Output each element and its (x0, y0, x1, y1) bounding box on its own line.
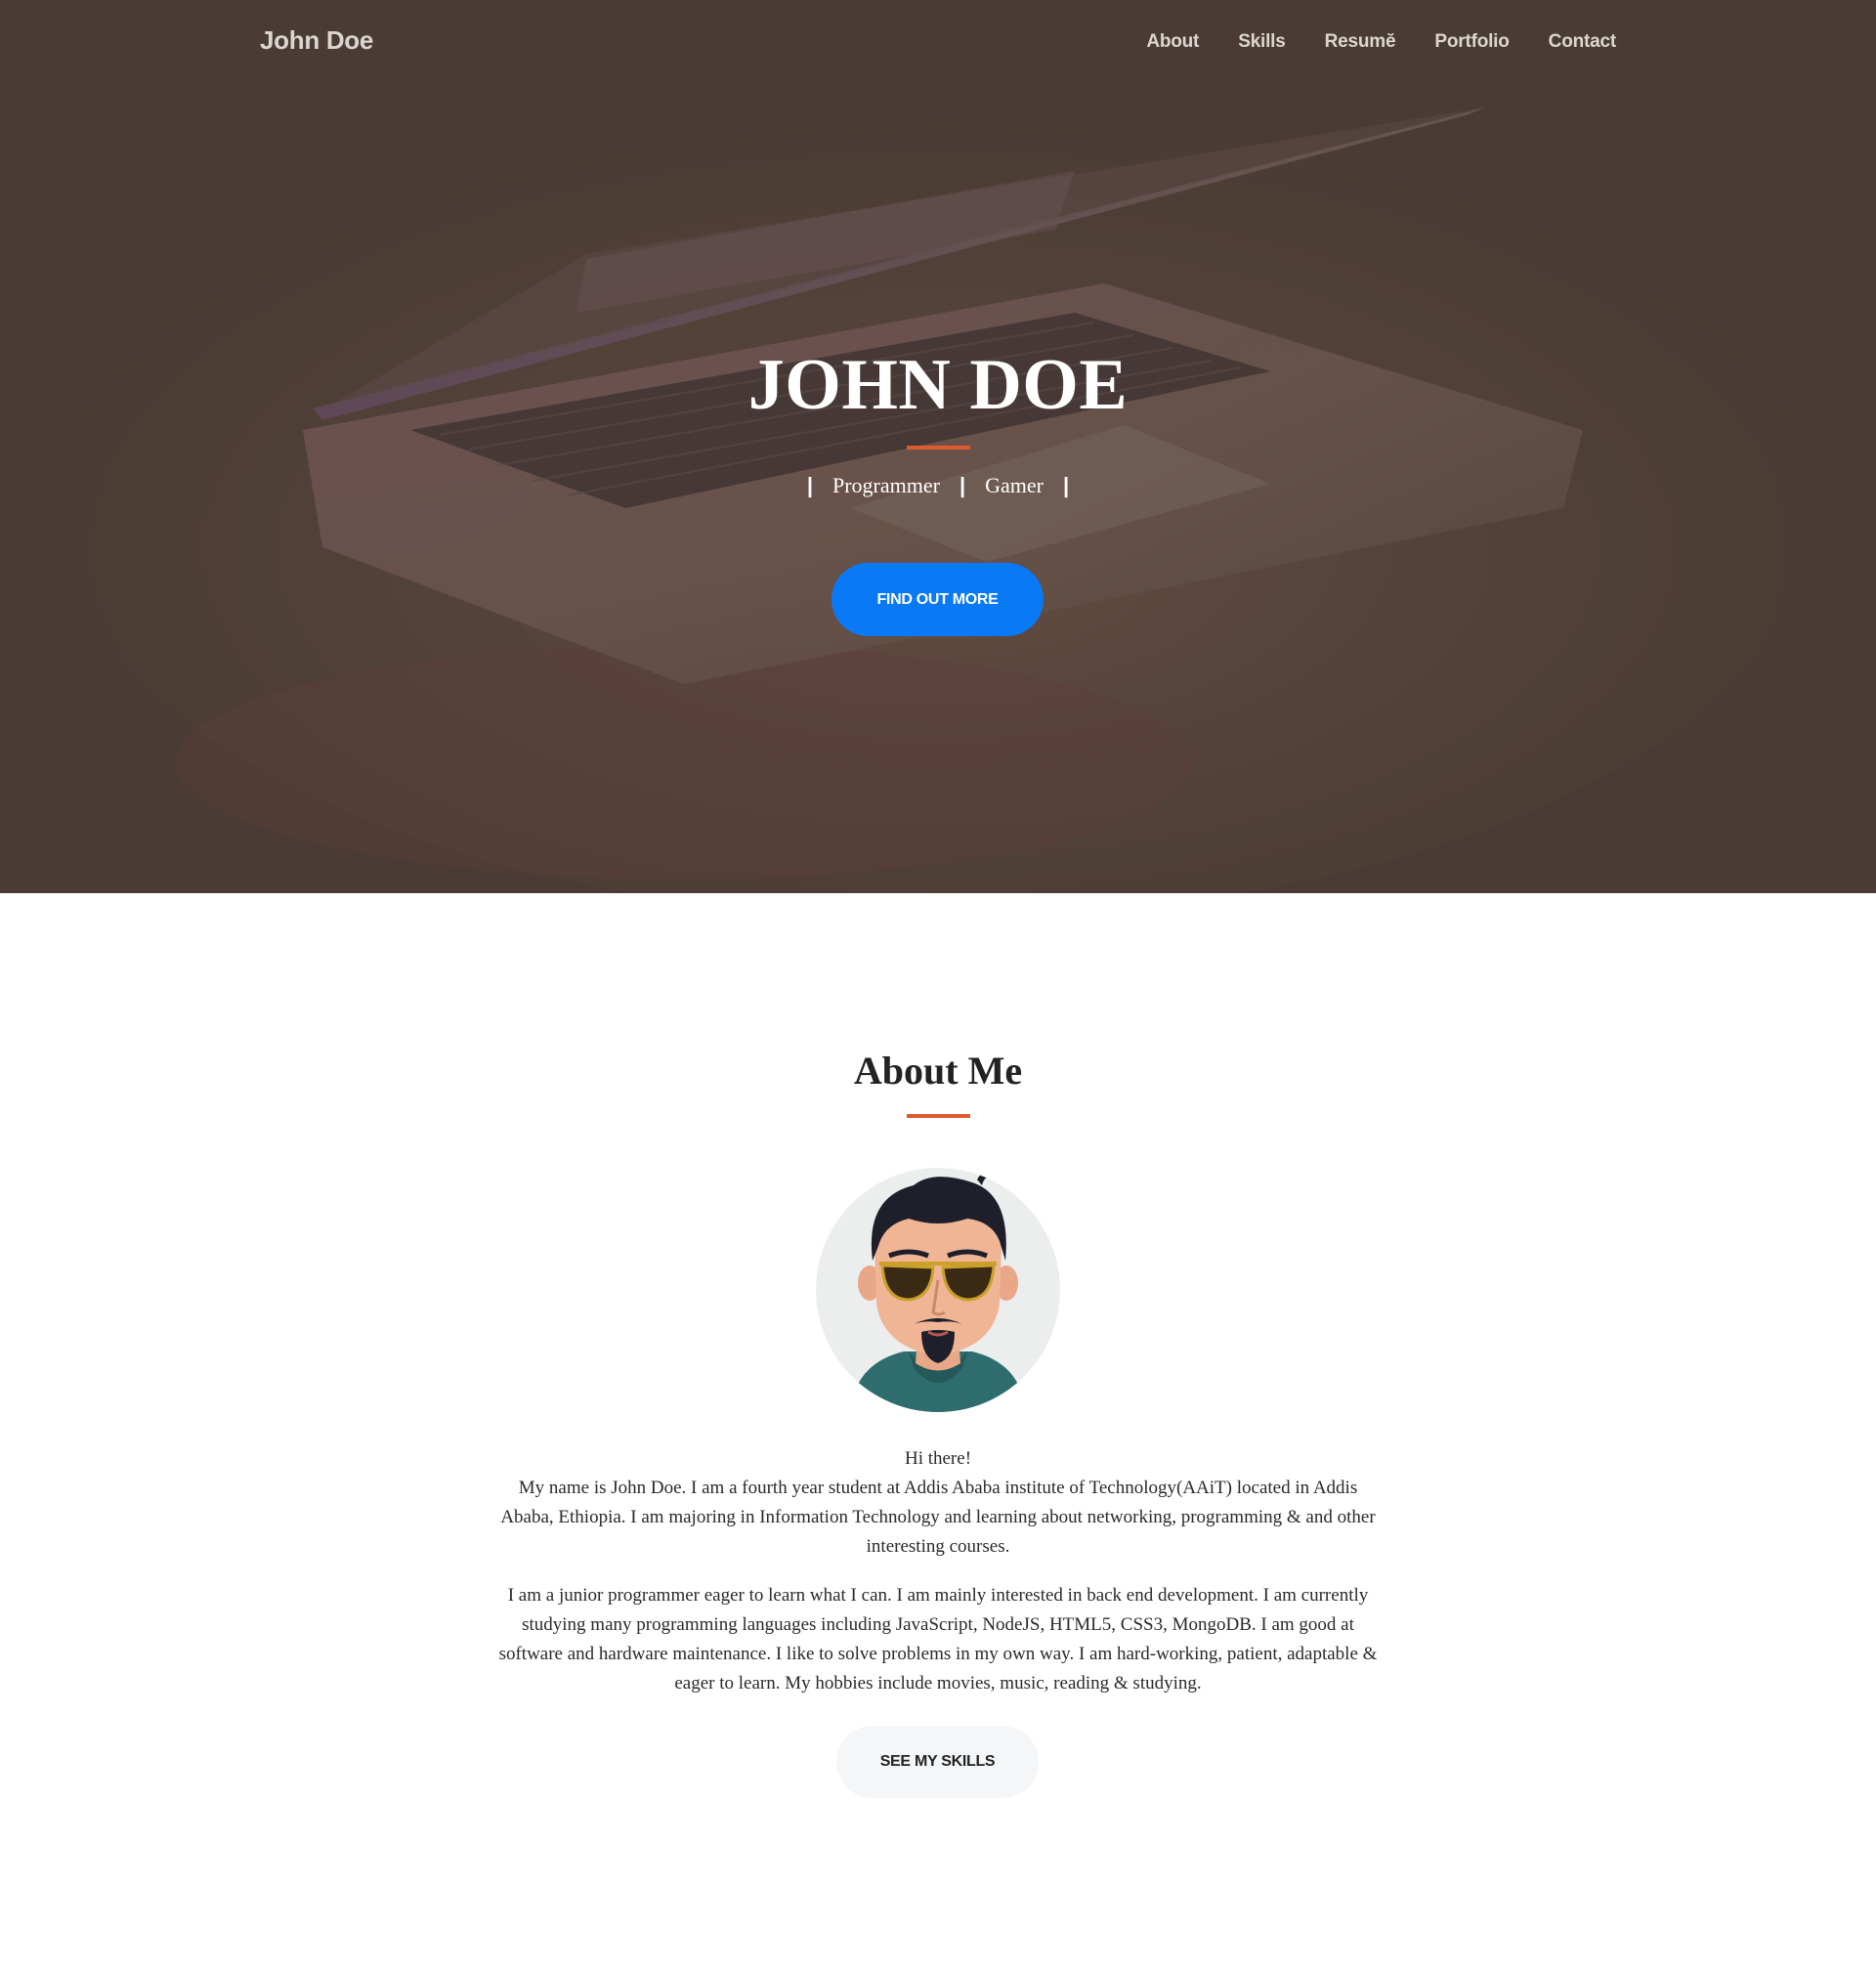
about-greeting: Hi there! (904, 1448, 972, 1469)
nav-link-resume[interactable]: Resumĕ (1325, 31, 1396, 53)
nav-links: About Skills Resumĕ Portfolio Contact (1146, 31, 1616, 53)
top-navbar: John Doe About Skills Resumĕ Portfolio C… (0, 0, 1876, 88)
hero-divider (907, 446, 970, 450)
about-paragraph-2: I am a junior programmer eager to learn … (498, 1585, 1378, 1694)
cartoon-avatar-icon (816, 1168, 1060, 1412)
hero-tagline: | Programmer | Gamer | (0, 473, 1876, 498)
tagline-separator: | (1062, 473, 1070, 497)
nav-link-contact[interactable]: Contact (1549, 31, 1617, 53)
see-my-skills-button[interactable]: SEE MY SKILLS (836, 1726, 1039, 1798)
about-paragraph-1: My name is John Doe. I am a fourth year … (500, 1478, 1376, 1557)
about-text: Hi there! My name is John Doe. I am a fo… (493, 1444, 1383, 1698)
tagline-item-programmer: Programmer (832, 473, 940, 497)
avatar (816, 1168, 1060, 1412)
brand-logo-link[interactable]: John Doe (260, 25, 373, 56)
about-divider (907, 1114, 970, 1118)
nav-link-about[interactable]: About (1146, 31, 1199, 53)
about-title: About Me (853, 1049, 1023, 1093)
nav-link-portfolio[interactable]: Portfolio (1434, 31, 1509, 53)
nav-link-skills[interactable]: Skills (1238, 31, 1286, 53)
find-out-more-button[interactable]: FIND OUT MORE (831, 563, 1044, 636)
hero-section: John Doe About Skills Resumĕ Portfolio C… (0, 0, 1876, 893)
hero-title: JOHN DOE (747, 345, 1129, 425)
tagline-separator: | (959, 473, 966, 497)
tagline-separator: | (806, 473, 813, 497)
tagline-item-gamer: Gamer (985, 473, 1044, 497)
